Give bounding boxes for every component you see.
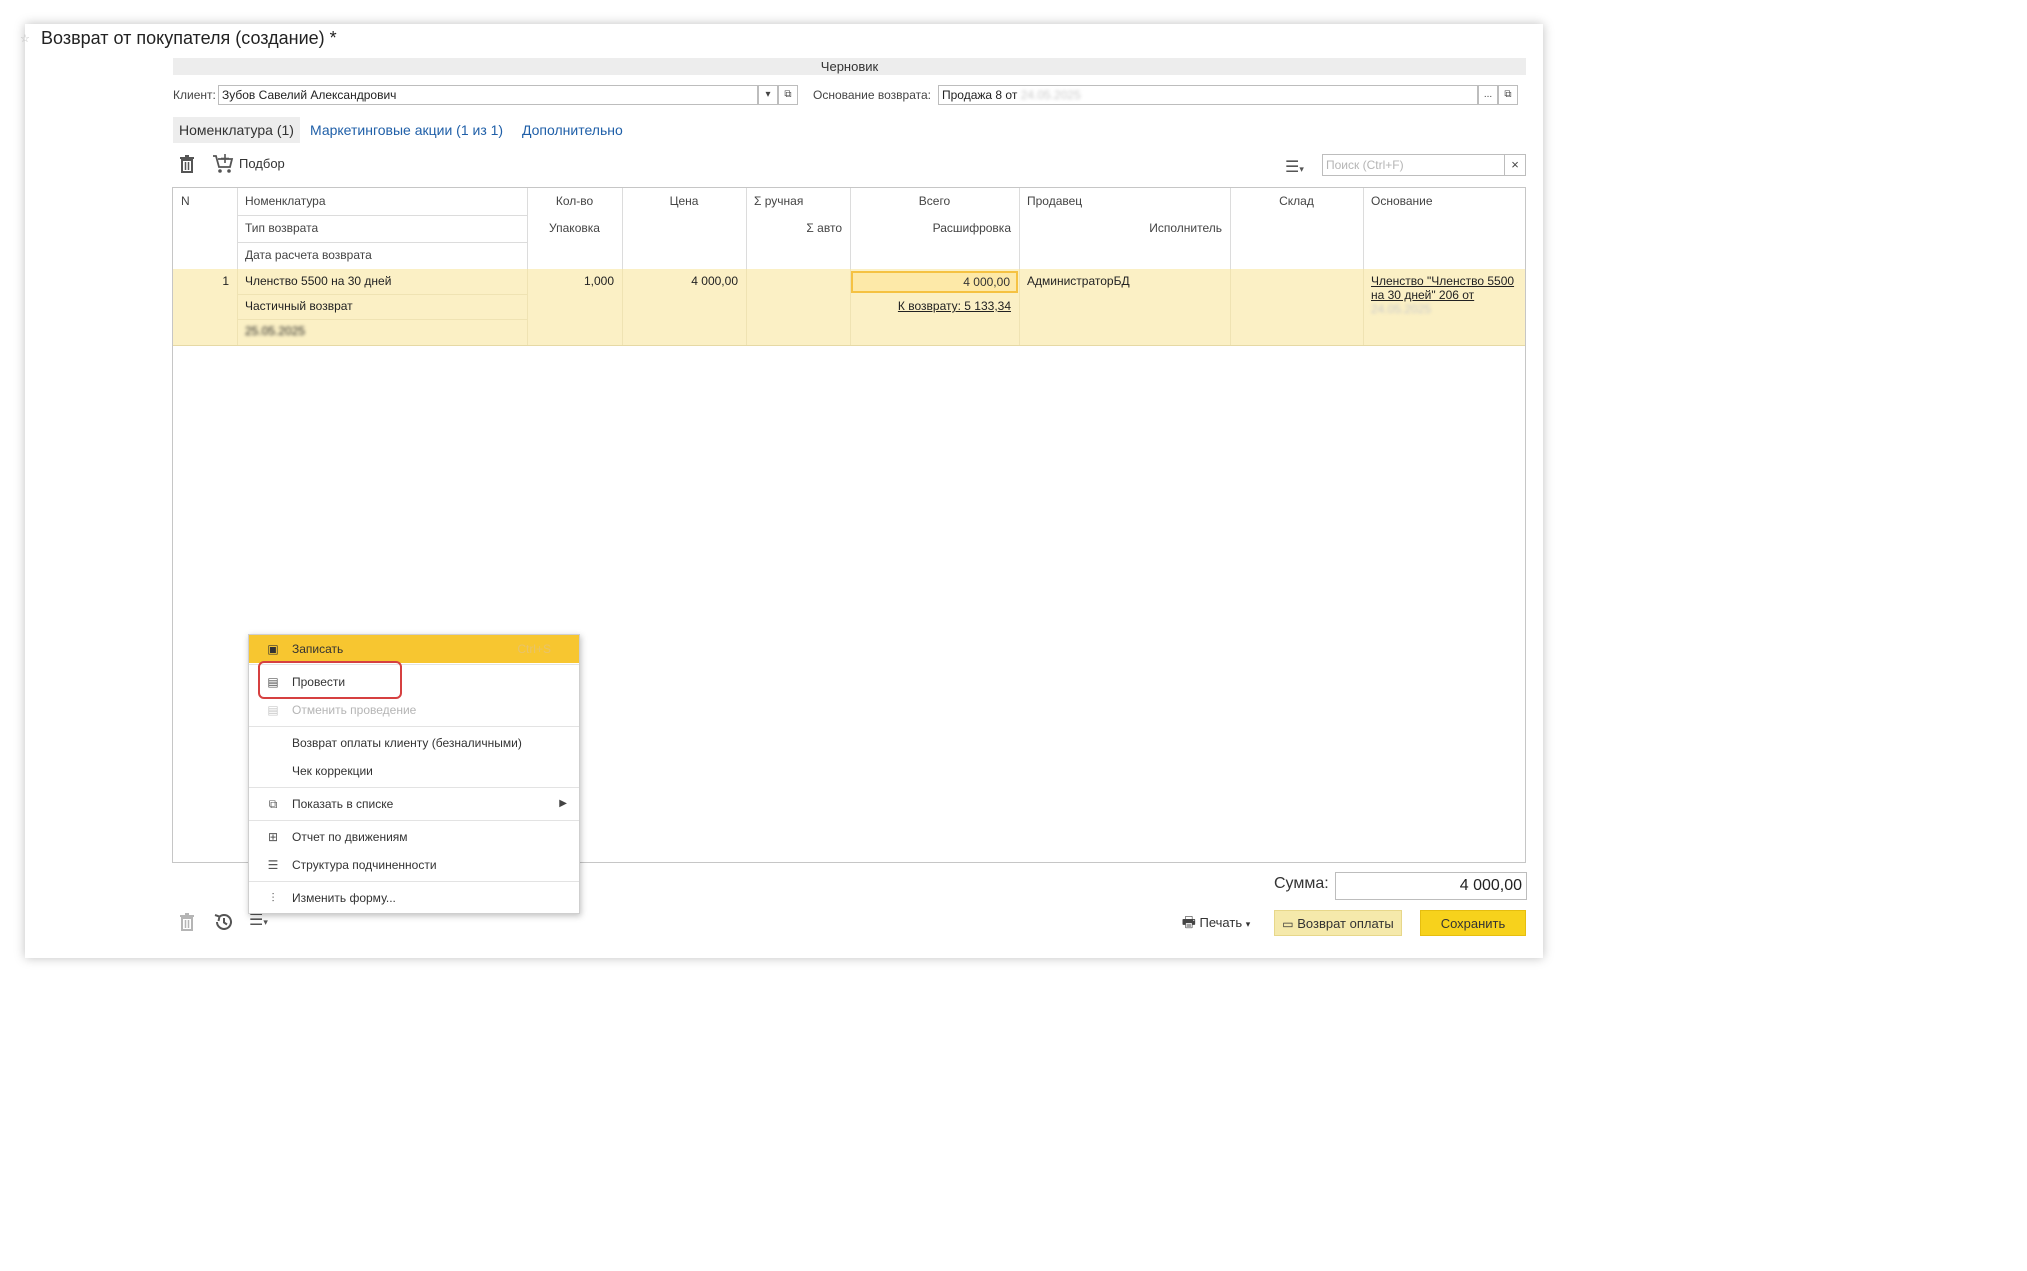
basis-label: Основание возврата: [813,88,931,102]
row-total-cell[interactable]: 4 000,00 [851,271,1018,293]
save-icon: ▣ [267,642,279,656]
col-header-sum-manual[interactable]: Σ ручная [746,188,811,214]
menu-item-subordination-structure[interactable]: ☰ Структура подчиненности [249,851,579,879]
save-shortcut: Ctrl+S [517,642,551,656]
client-field[interactable]: Зубов Савелий Александрович [218,85,758,105]
cart-icon[interactable] [212,154,234,174]
menu-item-movements-report[interactable]: ⊞ Отчет по движениям [249,823,579,851]
sum-field[interactable]: 4 000,00 [1335,872,1527,900]
list-menu-icon[interactable]: ☰▾ [1285,157,1304,177]
basis-date: 24.05.2025 [1020,88,1081,102]
col-header-basis[interactable]: Основание [1363,188,1441,214]
return-payment-label: Возврат оплаты [1297,916,1394,931]
row-seller[interactable]: АдминистраторБД [1019,269,1138,294]
col-header-breakdown[interactable]: Расшифровка [850,215,1019,241]
unpost-icon: ▤ [267,703,279,717]
delete-row-icon[interactable] [179,155,195,173]
chevron-down-icon: ▾ [1245,919,1251,929]
client-label: Клиент: [173,88,216,102]
row-qty[interactable]: 1,000 [527,269,622,294]
col-header-n[interactable]: N [173,188,198,214]
status-badge: Черновик [173,58,1526,75]
menu-item-customize-form[interactable]: ⫶ Изменить форму... [249,884,579,912]
basis-select-button[interactable]: ... [1478,85,1498,105]
printer-icon: 🖶 [1181,914,1196,931]
menu-item-correction-receipt[interactable]: Чек коррекции [249,757,579,785]
show-in-list-icon: ⧉ [268,797,278,811]
card-icon: ▭ [1282,917,1294,931]
basis-value: Продажа 8 от [942,88,1018,102]
col-header-sum-auto[interactable]: Σ авто [746,215,850,241]
col-header-total[interactable]: Всего [850,188,1019,214]
row-nomenclature[interactable]: Членство 5500 на 30 дней [237,269,399,294]
col-header-warehouse[interactable]: Склад [1230,188,1363,214]
menu-item-unpost[interactable]: ▤ Отменить проведение [249,696,579,724]
movements-report-icon: ⊞ [267,830,279,844]
client-dropdown-button[interactable]: ▾ [758,85,778,105]
row-return-type[interactable]: Частичный возврат [237,294,361,319]
menu-item-refund-cashless[interactable]: Возврат оплаты клиенту (безналичными) [249,729,579,757]
save-button[interactable]: Сохранить [1420,910,1526,936]
row-number: 1 [222,274,229,288]
col-header-price[interactable]: Цена [622,188,746,214]
delete-icon[interactable] [179,913,195,931]
col-header-pack[interactable]: Упаковка [527,215,622,241]
tab-marketing[interactable]: Маркетинговые акции (1 из 1) [304,117,509,143]
row-breakdown-link[interactable]: К возврату: 5 133,34 [850,294,1019,319]
structure-icon: ☰ [267,858,279,872]
favorite-star-icon[interactable]: ☆ [20,32,30,45]
menu-item-show-in-list[interactable]: ⧉ Показать в списке ▶ [249,790,579,818]
tab-nomenclature[interactable]: Номенклатура (1) [173,117,300,143]
row-basis-line1: Членство "Членство 5500 [1371,274,1515,288]
row-return-date[interactable]: 25.05.2025 [237,319,313,344]
col-header-return-date[interactable]: Дата расчета возврата [237,242,380,268]
search-input[interactable]: Поиск (Ctrl+F) [1322,154,1505,176]
print-button[interactable]: 🖶 Печать ▾ [1176,910,1256,936]
sum-label: Сумма: [1274,875,1329,892]
row-basis-line2: на 30 дней" 206 от [1371,288,1475,302]
client-open-button[interactable]: ⧉ [778,85,798,105]
document-window: ☆ Возврат от покупателя (создание) * Чер… [20,24,1543,958]
submenu-arrow-icon: ▶ [559,798,567,809]
menu-item-save[interactable]: ▣ Записать Ctrl+S [249,635,579,663]
basis-field[interactable]: Продажа 8 от 24.05.2025 [938,85,1478,105]
col-header-seller[interactable]: Продавец [1019,188,1090,214]
print-label: Печать [1199,915,1243,930]
row-price[interactable]: 4 000,00 [622,269,746,294]
row-basis-date: 24.05.2025 [1371,302,1432,316]
pick-button[interactable]: Подбор [239,156,285,171]
col-header-executor[interactable]: Исполнитель [1019,215,1230,241]
basis-open-button[interactable]: ⧉ [1498,85,1518,105]
page-title: Возврат от покупателя (создание) * [41,28,337,48]
col-header-nomenclature[interactable]: Номенклатура [237,188,334,214]
search-clear-button[interactable]: × [1505,154,1526,176]
return-payment-button[interactable]: ▭ Возврат оплаты [1274,910,1402,936]
customize-form-icon: ⫶ [271,891,275,905]
post-callout-highlight [258,661,402,699]
col-header-return-type[interactable]: Тип возврата [237,215,326,241]
row-basis-link[interactable]: Членство "Членство 5500 на 30 дней" 206 … [1371,274,1514,316]
tab-additional[interactable]: Дополнительно [516,117,629,143]
col-header-qty[interactable]: Кол-во [527,188,622,214]
history-icon[interactable] [213,912,235,932]
